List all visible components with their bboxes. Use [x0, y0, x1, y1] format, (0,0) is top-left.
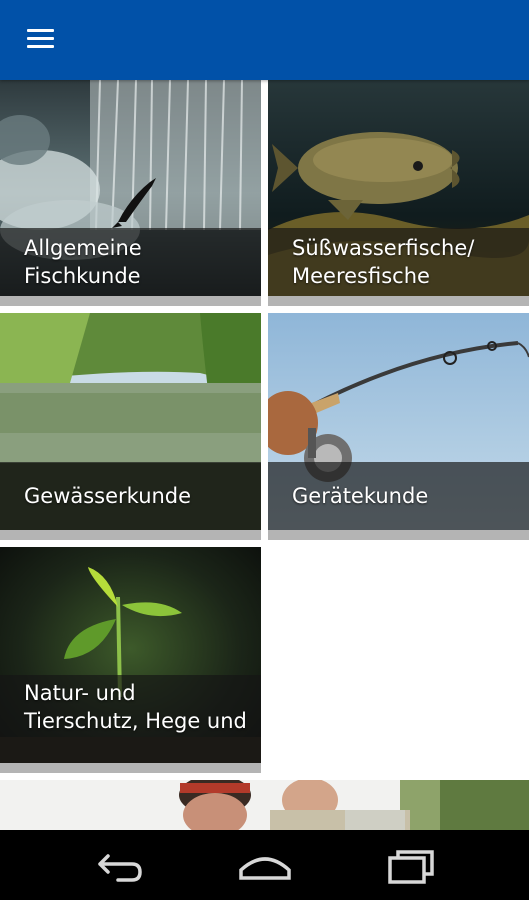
caption-overlay: Gerätekunde — [268, 462, 529, 530]
tile-divider — [0, 530, 261, 540]
back-arrow-icon[interactable] — [88, 842, 148, 888]
category-tile-suesswasserfische-meeresfische[interactable]: Süßwasserfische/ Meeresfische — [268, 80, 529, 306]
category-tile-gewaesserkunde[interactable]: Gewässerkunde — [0, 313, 261, 540]
recent-apps-icon[interactable] — [384, 842, 444, 888]
category-label: Allgemeine Fischkunde — [24, 236, 142, 288]
app-bar — [0, 0, 529, 80]
anglers-people-photo — [0, 780, 529, 830]
system-navigation-bar — [0, 830, 529, 900]
tile-divider — [0, 763, 261, 773]
menu-line — [27, 45, 54, 48]
category-tile-partial[interactable] — [0, 780, 529, 830]
menu-line — [27, 37, 54, 40]
category-label: Gewässerkunde — [24, 484, 192, 508]
category-tile-allgemeine-fischkunde[interactable]: Allgemeine Fischkunde — [0, 80, 261, 306]
category-tile-geraetekunde[interactable]: Gerätekunde — [268, 313, 529, 540]
hamburger-menu-icon[interactable] — [20, 20, 60, 60]
caption-overlay: Süßwasserfische/ Meeresfische — [268, 228, 529, 296]
home-icon[interactable] — [235, 842, 295, 888]
category-tile-natur-und-tierschutz[interactable]: Natur- und Tierschutz, Hege und — [0, 547, 261, 773]
caption-overlay: Natur- und Tierschutz, Hege und — [0, 675, 261, 763]
caption-overlay: Gewässerkunde — [0, 462, 261, 530]
category-label: Gerätekunde — [292, 484, 429, 508]
tile-divider — [268, 530, 529, 540]
category-label: Süßwasserfische/ Meeresfische — [292, 236, 475, 288]
menu-line — [27, 29, 54, 32]
category-label: Natur- und Tierschutz, Hege und — [24, 681, 247, 733]
tile-divider — [268, 296, 529, 306]
caption-overlay: Allgemeine Fischkunde — [0, 228, 261, 296]
tile-divider — [0, 296, 261, 306]
